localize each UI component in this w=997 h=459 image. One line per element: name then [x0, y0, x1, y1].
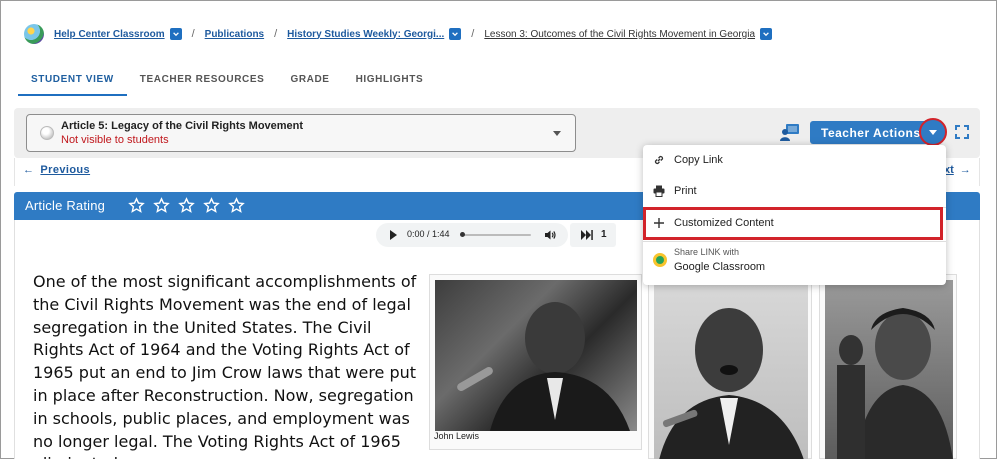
photo-card-mlk	[648, 274, 812, 459]
tab-grade[interactable]: GRADE	[277, 66, 342, 96]
caret-down-icon	[929, 130, 937, 135]
next-link[interactable]: xt →	[944, 164, 971, 176]
fullscreen-icon[interactable]	[955, 125, 969, 139]
highlight-box	[643, 207, 943, 240]
audio-progress-handle[interactable]	[460, 232, 465, 237]
photo-martin-luther-king	[654, 280, 808, 459]
printer-icon	[653, 185, 665, 197]
star-icon[interactable]	[203, 197, 220, 214]
fast-forward-icon	[581, 230, 593, 240]
article-rating-label: Article Rating	[25, 198, 106, 213]
presentation-icon[interactable]	[780, 123, 800, 141]
arrow-right-icon: →	[959, 164, 971, 176]
star-icon[interactable]	[128, 197, 145, 214]
link-icon	[654, 155, 664, 165]
menu-item-share-google-classroom[interactable]: Share LINK with Google Classroom	[643, 243, 946, 281]
breadcrumb-item-publication[interactable]: History Studies Weekly: Georgi...	[287, 29, 444, 40]
breadcrumb-separator: /	[191, 28, 195, 40]
menu-item-print[interactable]: Print	[643, 176, 946, 206]
photo-card-john-lewis: John Lewis	[429, 274, 642, 450]
article-select[interactable]: Article 5: Legacy of the Civil Rights Mo…	[26, 114, 576, 152]
playback-speed-button[interactable]: 1	[570, 223, 616, 247]
article-select-title: Article 5: Legacy of the Civil Rights Mo…	[61, 120, 304, 132]
photo-rosa-parks	[825, 280, 953, 459]
audio-time: 0:00 / 1:44	[407, 229, 450, 239]
star-icon[interactable]	[178, 197, 195, 214]
photo-card-rosa-parks	[819, 274, 957, 459]
article-status-icon	[40, 126, 54, 140]
view-tabs: STUDENT VIEW TEACHER RESOURCES GRADE HIG…	[18, 66, 436, 96]
breadcrumb: Help Center Classroom / Publications / H…	[24, 22, 773, 46]
chevron-down-icon[interactable]	[169, 28, 182, 40]
star-icon[interactable]	[153, 197, 170, 214]
article-visibility-status: Not visible to students	[61, 134, 169, 146]
play-icon[interactable]	[390, 230, 397, 240]
menu-item-label: Copy Link	[674, 154, 723, 166]
playback-speed-value: 1	[601, 229, 607, 240]
article-body: One of the most significant accomplishme…	[33, 272, 417, 459]
share-label: Google Classroom	[674, 261, 766, 273]
audio-progress-track[interactable]	[461, 234, 531, 236]
photo-caption: John Lewis	[434, 431, 480, 441]
tab-student-view[interactable]: STUDENT VIEW	[18, 66, 127, 96]
menu-divider	[643, 241, 946, 242]
breadcrumb-item-classroom[interactable]: Help Center Classroom	[54, 29, 165, 40]
share-sub-label: Share LINK with	[674, 247, 740, 257]
teacher-actions-toggle[interactable]	[919, 118, 947, 146]
breadcrumb-separator: /	[471, 28, 475, 40]
breadcrumb-item-publications[interactable]: Publications	[205, 29, 264, 40]
menu-item-label: Print	[674, 185, 697, 197]
chevron-down-icon[interactable]	[760, 28, 773, 40]
previous-link[interactable]: ← Previous	[23, 164, 90, 176]
photo-john-lewis	[435, 280, 637, 431]
chevron-down-icon[interactable]	[449, 28, 462, 40]
breadcrumb-item-lesson[interactable]: Lesson 3: Outcomes of the Civil Rights M…	[484, 29, 755, 40]
rating-stars	[128, 197, 245, 214]
google-classroom-icon	[653, 253, 667, 267]
audio-player: 0:00 / 1:44	[376, 223, 568, 247]
tab-highlights[interactable]: HIGHLIGHTS	[343, 66, 437, 96]
tab-teacher-resources[interactable]: TEACHER RESOURCES	[127, 66, 278, 96]
star-icon[interactable]	[228, 197, 245, 214]
school-logo[interactable]	[24, 24, 44, 44]
previous-label: Previous	[40, 164, 91, 176]
caret-down-icon	[553, 131, 561, 136]
menu-item-copy-link[interactable]: Copy Link	[643, 145, 946, 175]
breadcrumb-separator: /	[274, 28, 278, 40]
arrow-left-icon: ←	[23, 164, 35, 176]
volume-icon[interactable]	[544, 229, 556, 241]
